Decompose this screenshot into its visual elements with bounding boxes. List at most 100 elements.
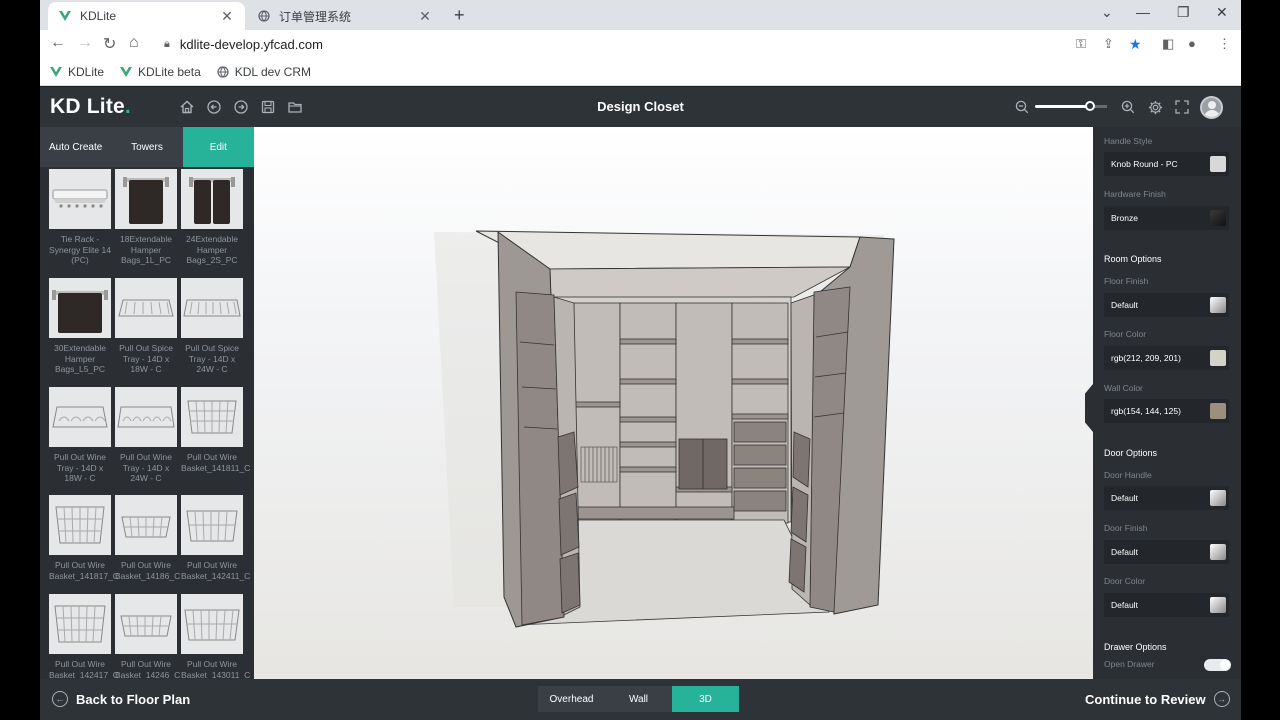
- zoom-slider[interactable]: [1035, 101, 1107, 111]
- wine-tray-thumbnail: [49, 387, 111, 447]
- hardware-finish-select[interactable]: Bronze: [1104, 206, 1229, 230]
- bookmark-kdl-dev-crm[interactable]: KDL dev CRM: [217, 65, 311, 79]
- fullscreen-icon[interactable]: [1174, 99, 1190, 115]
- item-label: 24Extendable Hamper Bags_2S_PC: [186, 234, 238, 265]
- item-label: Pull Out Spice Tray - 14D x 18W - C: [119, 343, 173, 374]
- door-options-heading: Door Options: [1104, 448, 1158, 458]
- back-label: Back to Floor Plan: [76, 691, 191, 707]
- accessory-item[interactable]: Pull Out Spice Tray - 14D x 24W - C: [181, 278, 243, 375]
- item-label: Pull Out Wine Tray - 14D x 24W - C: [120, 452, 172, 483]
- accessory-item[interactable]: Pull Out Wire Basket_142411_C: [181, 495, 250, 581]
- url-field[interactable]: 🔒︎ kdlite-develop.yfcad.com: [158, 31, 1118, 57]
- floor-finish-swatch: [1210, 297, 1226, 313]
- zoom-in-icon[interactable]: [1120, 99, 1136, 115]
- accessory-item[interactable]: Tie Rack - Synergy Elite 14 (PC): [49, 169, 111, 266]
- item-label: Pull Out Wire Basket_14186_C: [115, 560, 181, 581]
- accessory-item[interactable]: Pull Out Wire Basket_14186_C: [115, 495, 181, 581]
- key-icon[interactable]: ⚿: [1076, 36, 1086, 52]
- close-window-icon[interactable]: ✕: [1216, 4, 1228, 21]
- closet-3d-render: [434, 230, 895, 628]
- hamper-thumbnail: [115, 169, 177, 229]
- user-avatar[interactable]: [1200, 96, 1223, 119]
- 3d-viewport[interactable]: [254, 127, 1093, 679]
- view-mode-tabs: Overhead Wall 3D: [538, 686, 739, 712]
- bookmark-label: KDLite: [68, 64, 105, 79]
- continue-to-review-button[interactable]: Continue to Review →: [1085, 691, 1230, 707]
- bookmark-star-icon[interactable]: ★: [1129, 36, 1142, 53]
- accessory-item[interactable]: Pull Out Spice Tray - 14D x 18W - C: [115, 278, 177, 375]
- floor-color-swatch: [1210, 350, 1226, 366]
- door-color-label: Door Color: [1104, 576, 1146, 586]
- settings-gear-icon[interactable]: [1147, 99, 1163, 115]
- accessory-item[interactable]: Pull Out Wire Basket_143011_C: [181, 594, 251, 679]
- bookmark-kdlite[interactable]: KDLite: [50, 65, 104, 79]
- accessory-item[interactable]: 24Extendable Hamper Bags_2S_PC: [181, 169, 243, 266]
- accessory-item[interactable]: Pull Out Wine Tray - 14D x 18W - C: [49, 387, 111, 484]
- tab-search-icon[interactable]: ⌄: [1101, 4, 1113, 21]
- open-drawer-toggle[interactable]: [1204, 659, 1231, 671]
- arrow-left-icon: ←: [52, 691, 68, 707]
- accessory-item[interactable]: Pull Out Wire Basket_141811_C: [181, 387, 250, 473]
- new-tab-icon[interactable]: +: [454, 5, 465, 26]
- app-window: KDLite ✕ 订单管理系统 ✕ + ⌄ — ❐ ✕ ← → ↻ ⌂ 🔒︎ k…: [40, 0, 1241, 720]
- door-handle-select[interactable]: Default: [1104, 486, 1229, 510]
- profile-icon[interactable]: ●: [1188, 36, 1196, 51]
- zoom-out-icon[interactable]: [1014, 99, 1030, 115]
- close-tab-icon[interactable]: ✕: [219, 8, 235, 25]
- wine-tray-thumbnail: [115, 387, 177, 447]
- handle-style-select[interactable]: Knob Round - PC: [1104, 152, 1229, 176]
- accessory-item[interactable]: 30Extendable Hamper Bags_L5_PC: [49, 278, 111, 375]
- door-handle-label: Door Handle: [1104, 470, 1152, 480]
- close-tab-icon[interactable]: ✕: [417, 8, 433, 25]
- back-to-floor-plan-button[interactable]: ← Back to Floor Plan: [52, 691, 190, 707]
- globe-icon: [217, 65, 229, 78]
- address-bar-row: ← → ↻ ⌂ 🔒︎ kdlite-develop.yfcad.com ⚿ ⇪ …: [40, 30, 1241, 58]
- browser-tab-kdlite[interactable]: KDLite ✕: [48, 2, 245, 30]
- accessory-item[interactable]: Pull Out Wire Basket_142417_C: [49, 594, 119, 679]
- open-drawer-label: Open Drawer: [1104, 659, 1155, 669]
- tab-3d[interactable]: 3D: [672, 686, 739, 712]
- zoom-slider-handle[interactable]: [1085, 101, 1095, 111]
- browser-tab-order-system[interactable]: 订单管理系统 ✕: [247, 2, 443, 30]
- reload-icon[interactable]: ↻: [103, 34, 116, 54]
- kdlite-favicon-icon: [50, 66, 62, 78]
- hamper-thumbnail: [181, 169, 243, 229]
- tab-wall[interactable]: Wall: [605, 686, 672, 712]
- back-icon[interactable]: ←: [50, 34, 66, 52]
- wire-basket-thumbnail: [181, 495, 243, 555]
- bookmark-kdlite-beta[interactable]: KDLite beta: [120, 65, 201, 79]
- bookmark-label: KDL dev CRM: [234, 64, 311, 79]
- accessory-item[interactable]: Pull Out Wine Tray - 14D x 24W - C: [115, 387, 177, 484]
- tab-auto-create[interactable]: Auto Create: [40, 127, 112, 167]
- floor-finish-select[interactable]: Default: [1104, 293, 1229, 317]
- door-handle-value: Default: [1111, 493, 1138, 503]
- share-icon[interactable]: ⇪: [1103, 36, 1114, 52]
- wall-color-picker[interactable]: rgb(154, 144, 125): [1104, 399, 1229, 423]
- catalog-tabs: Auto Create Towers Edit: [40, 127, 254, 167]
- forward-icon[interactable]: →: [77, 34, 93, 52]
- accessory-item[interactable]: Pull Out Wire Basket_14246_C: [115, 594, 180, 679]
- accessory-item[interactable]: Pull Out Wire Basket_141817_C: [49, 495, 119, 581]
- lock-icon: 🔒︎: [164, 37, 170, 50]
- tab-towers[interactable]: Towers: [111, 127, 183, 167]
- tab-overhead[interactable]: Overhead: [538, 686, 605, 712]
- bottom-bar: ← Back to Floor Plan Overhead Wall 3D Co…: [40, 679, 1241, 720]
- door-finish-select[interactable]: Default: [1104, 540, 1229, 564]
- floor-finish-value: Default: [1111, 300, 1138, 310]
- tab-title: 订单管理系统: [279, 9, 352, 24]
- minimize-icon[interactable]: —: [1136, 4, 1150, 20]
- menu-icon[interactable]: ⋮: [1218, 36, 1231, 52]
- kdlite-favicon-icon: [58, 9, 72, 23]
- item-label: Pull Out Wire Basket_141817_C: [49, 560, 119, 581]
- hardware-finish-label: Hardware Finish: [1104, 189, 1166, 199]
- side-panel-icon[interactable]: ◧: [1162, 36, 1174, 52]
- door-color-select[interactable]: Default: [1104, 593, 1229, 617]
- hamper-thumbnail: [49, 278, 111, 338]
- tab-edit[interactable]: Edit: [182, 127, 254, 167]
- home-icon[interactable]: ⌂: [129, 34, 139, 52]
- accessory-item[interactable]: 18Extendable Hamper Bags_1L_PC: [115, 169, 177, 266]
- item-label: Pull Out Wire Basket_143011_C: [181, 659, 251, 679]
- floor-color-picker[interactable]: rgb(212, 209, 201): [1104, 346, 1229, 370]
- wall-color-swatch: [1210, 403, 1226, 419]
- restore-icon[interactable]: ❐: [1177, 4, 1190, 21]
